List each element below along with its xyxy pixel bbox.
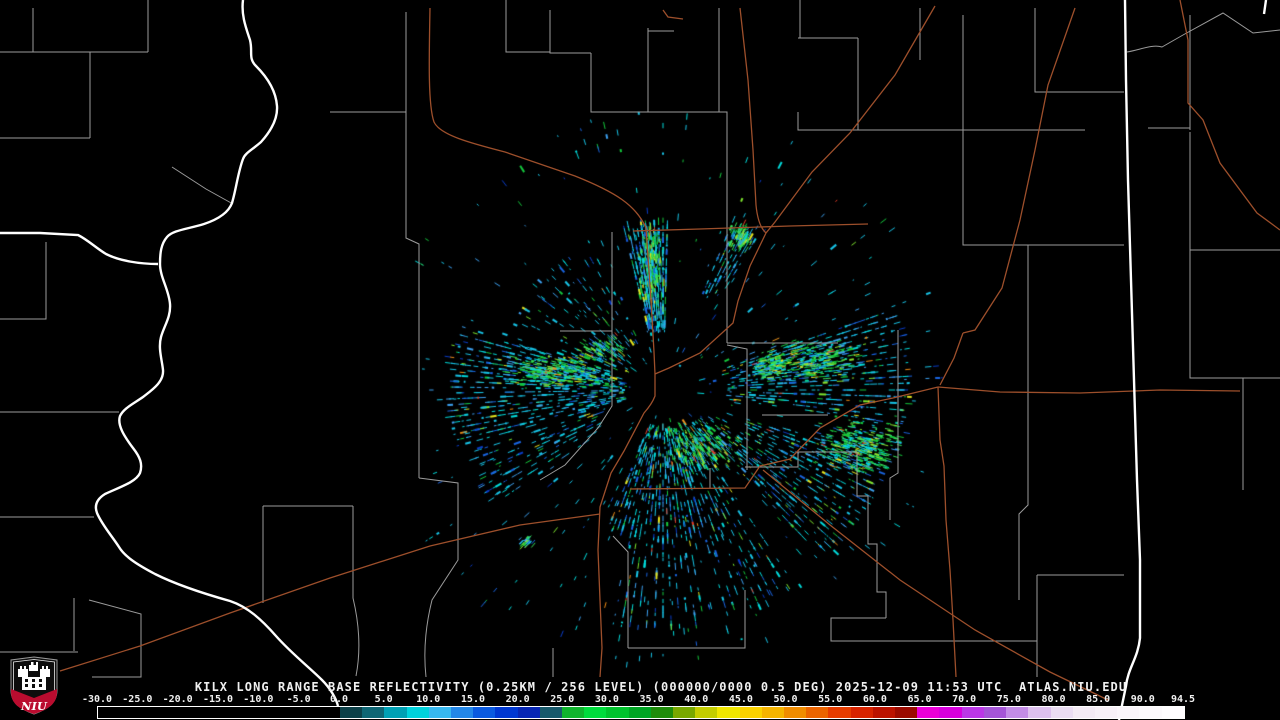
colorbar-segment bbox=[939, 707, 962, 718]
colorbar-segment bbox=[1161, 707, 1184, 718]
colorbar-tick-label: 75.0 bbox=[996, 694, 1021, 705]
colorbar-tick-label: 0.0 bbox=[329, 694, 349, 705]
colorbar-segment bbox=[1050, 707, 1073, 718]
colorbar-segment bbox=[761, 707, 785, 718]
colorbar-tick-label: 30.0 bbox=[594, 694, 619, 705]
colorbar-tick-label: 60.0 bbox=[862, 694, 887, 705]
colorbar-segment bbox=[739, 707, 762, 718]
colorbar-tick-label: 10.0 bbox=[416, 694, 441, 705]
colorbar-segment bbox=[362, 707, 385, 718]
colorbar-segment bbox=[406, 707, 429, 718]
colorbar-tick-label: 20.0 bbox=[505, 694, 530, 705]
colorbar-tick-label: 40.0 bbox=[684, 694, 709, 705]
colorbar-tick-label: 90.0 bbox=[1130, 694, 1155, 705]
colorbar-tick-label: 15.0 bbox=[460, 694, 485, 705]
colorbar-segment bbox=[340, 707, 363, 718]
colorbar-segment bbox=[828, 707, 851, 718]
colorbar-segment bbox=[850, 707, 873, 718]
colorbar-tick-label: 94.5 bbox=[1170, 694, 1196, 705]
colorbar-tick-label: 50.0 bbox=[773, 694, 798, 705]
colorbar-segment bbox=[1072, 707, 1095, 718]
colorbar-tick-label: 35.0 bbox=[639, 694, 664, 705]
colorbar-tick-label: -30.0 bbox=[81, 694, 113, 705]
colorbar-tick-label: 25.0 bbox=[550, 694, 575, 705]
colorbar-segment bbox=[584, 707, 607, 718]
colorbar-tick-label: -15.0 bbox=[202, 694, 234, 705]
colorbar-segment bbox=[384, 707, 407, 718]
colorbar-tick-label: 85.0 bbox=[1086, 694, 1111, 705]
niu-logo: NIU bbox=[10, 656, 58, 715]
colorbar-segment bbox=[1094, 707, 1118, 718]
colorbar-negative-region bbox=[98, 707, 340, 718]
reflectivity-colorbar bbox=[97, 706, 1185, 719]
colorbar-segment bbox=[451, 707, 474, 718]
colorbar-tick-label: 45.0 bbox=[728, 694, 753, 705]
colorbar-segment bbox=[695, 707, 718, 718]
colorbar-segment bbox=[539, 707, 563, 718]
colorbar-segment bbox=[628, 707, 651, 718]
colorbar-segment bbox=[650, 707, 674, 718]
colorbar-tick-label: 80.0 bbox=[1041, 694, 1066, 705]
colorbar-segment bbox=[917, 707, 940, 718]
colorbar-segment bbox=[428, 707, 452, 718]
colorbar-segment bbox=[872, 707, 896, 718]
colorbar-segment bbox=[1028, 707, 1051, 718]
colorbar-segment bbox=[806, 707, 829, 718]
colorbar-segment bbox=[895, 707, 918, 718]
colorbar-tick-label: -25.0 bbox=[122, 694, 153, 705]
colorbar-area: -30.0 -25.0 -20.0 -15.0 -10.0 -5.0 0.0 5.0 10.0 1… bbox=[0, 0, 1280, 720]
colorbar-tick-label: -20.0 bbox=[162, 694, 193, 705]
colorbar-segment bbox=[717, 707, 740, 718]
radar-image: KILX LONG RANGE BASE REFLECTIVITY (0.25K… bbox=[0, 0, 1280, 720]
colorbar-segment bbox=[673, 707, 696, 718]
colorbar-segment bbox=[517, 707, 540, 718]
colorbar-tick-label: 70.0 bbox=[952, 694, 977, 705]
colorbar-segment bbox=[495, 707, 518, 718]
colorbar-segment bbox=[784, 707, 807, 718]
colorbar-segment bbox=[1139, 707, 1162, 718]
colorbar-segment bbox=[562, 707, 585, 718]
colorbar-segment bbox=[983, 707, 1007, 718]
colorbar-segment bbox=[1117, 707, 1140, 718]
colorbar-tick-label: 55.0 bbox=[818, 694, 843, 705]
colorbar-tick-label: 5.0 bbox=[374, 694, 393, 705]
colorbar-tick-label: -5.0 bbox=[286, 694, 311, 705]
colorbar-tick-label: -10.0 bbox=[243, 694, 274, 705]
colorbar-segment bbox=[1006, 707, 1029, 718]
colorbar-segment bbox=[606, 707, 629, 718]
niu-logo-text: NIU bbox=[20, 699, 48, 713]
colorbar-segment bbox=[961, 707, 984, 718]
colorbar-segment bbox=[473, 707, 496, 718]
colorbar-tick-label: 65.0 bbox=[907, 694, 932, 705]
